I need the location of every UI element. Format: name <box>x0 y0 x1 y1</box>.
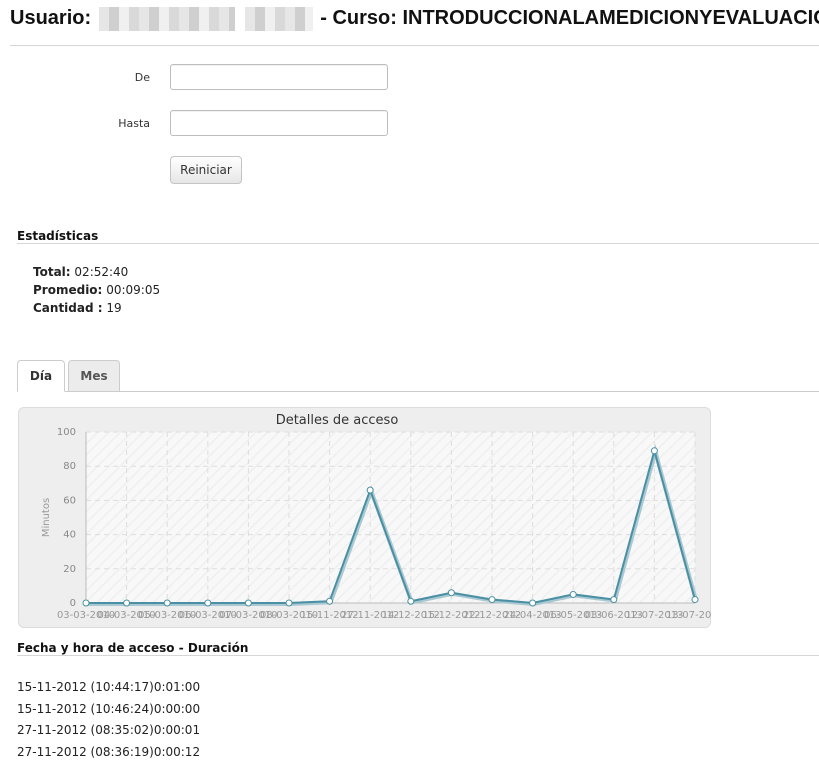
data-point[interactable] <box>245 600 251 606</box>
stats-block: Total: 02:52:40 Promedio: 00:09:05 Canti… <box>33 263 160 317</box>
promedio-value: 00:09:05 <box>106 283 160 297</box>
list-item: 15-11-2012 (10:44:17)0:01:00 <box>17 677 200 699</box>
header-divider <box>10 45 819 46</box>
y-tick-label: 60 <box>63 495 76 506</box>
hasta-input[interactable] <box>170 110 388 136</box>
de-input[interactable] <box>170 64 388 90</box>
access-title: Fecha y hora de acceso - Duración <box>17 641 248 655</box>
plot-area <box>86 432 695 603</box>
redacted-username <box>99 7 235 31</box>
stats-divider <box>17 243 819 244</box>
data-point[interactable] <box>570 591 576 597</box>
data-point[interactable] <box>530 600 536 606</box>
page-title: Usuario: - Curso: INTRODUCCIONALAMEDICIO… <box>10 6 819 31</box>
data-point[interactable] <box>692 597 698 603</box>
cantidad-label: Cantidad : <box>33 301 103 315</box>
data-point[interactable] <box>448 590 454 596</box>
chart-title: Detalles de acceso <box>276 413 399 428</box>
data-point[interactable] <box>327 598 333 604</box>
total-label: Total: <box>33 265 71 279</box>
tabs-baseline <box>17 391 819 392</box>
data-point[interactable] <box>489 597 495 603</box>
access-chart: Detalles de acceso 020406080100 03-03-20… <box>19 408 712 629</box>
data-point[interactable] <box>83 600 89 606</box>
access-duration: 0:00:12 <box>154 745 200 759</box>
access-divider <box>17 655 819 656</box>
tab-mes[interactable]: Mes <box>68 360 120 392</box>
access-date: 27-11-2012 (08:36:19) <box>17 745 154 759</box>
y-tick-label: 100 <box>57 427 76 438</box>
course-label: - Curso: INTRODUCCIONALAMEDICIONYEVALUAC… <box>320 7 819 29</box>
data-point[interactable] <box>408 598 414 604</box>
reset-button[interactable]: Reiniciar <box>170 156 242 184</box>
data-point[interactable] <box>367 487 373 493</box>
data-point[interactable] <box>205 600 211 606</box>
y-tick-label: 80 <box>63 461 76 472</box>
access-date: 27-11-2012 (08:35:02) <box>17 723 154 737</box>
data-point[interactable] <box>124 600 130 606</box>
list-item: 27-11-2012 (08:35:02)0:00:01 <box>17 720 200 742</box>
redacted-username-2 <box>245 7 313 31</box>
y-tick-label: 0 <box>70 598 76 609</box>
data-point[interactable] <box>611 597 617 603</box>
y-tick-label: 20 <box>63 564 76 575</box>
y-axis-label: Minutos <box>41 498 52 537</box>
data-point[interactable] <box>164 600 170 606</box>
y-tick-label: 40 <box>63 530 76 541</box>
chart-container: Detalles de acceso 020406080100 03-03-20… <box>18 407 711 628</box>
access-date: 15-11-2012 (10:46:24) <box>17 702 154 716</box>
access-date: 15-11-2012 (10:44:17) <box>17 680 154 694</box>
promedio-label: Promedio: <box>33 283 102 297</box>
total-value: 02:52:40 <box>74 265 128 279</box>
de-label: De <box>0 71 150 84</box>
tab-dia[interactable]: Día <box>17 360 65 392</box>
usuario-label: Usuario: <box>10 7 91 29</box>
data-point[interactable] <box>651 448 657 454</box>
list-item: 15-11-2012 (10:46:24)0:00:00 <box>17 699 200 721</box>
hasta-label: Hasta <box>0 117 150 130</box>
list-item: 27-11-2012 (08:36:19)0:00:12 <box>17 742 200 763</box>
stats-title: Estadísticas <box>17 229 98 243</box>
access-duration: 0:00:01 <box>154 723 200 737</box>
x-tick-label: 13-07-2013 <box>666 610 712 621</box>
cantidad-value: 19 <box>106 301 121 315</box>
access-list: 15-11-2012 (10:44:17)0:01:00 15-11-2012 … <box>17 677 200 763</box>
access-duration: 0:01:00 <box>154 680 200 694</box>
data-point[interactable] <box>286 600 292 606</box>
access-duration: 0:00:00 <box>154 702 200 716</box>
